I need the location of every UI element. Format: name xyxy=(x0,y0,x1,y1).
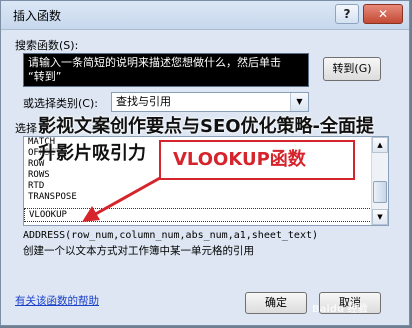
category-select[interactable]: 查找与引用 ▼ xyxy=(111,92,309,112)
function-help-link[interactable]: 有关该函数的帮助 xyxy=(15,293,99,308)
category-label: 或选择类别(C): xyxy=(23,97,98,110)
close-button[interactable]: ✕ xyxy=(363,4,403,24)
ok-button[interactable]: 确定 xyxy=(245,292,307,314)
overlay-heading: 影视文案创作要点与SEO优化策略-全面提升影片吸引力 xyxy=(38,116,375,164)
function-list-label: 选择 xyxy=(15,122,37,135)
search-input[interactable]: 请输入一条简短的说明来描述您想做什么，然后单击 “转到” xyxy=(23,53,309,87)
search-label: 搜索函数(S): xyxy=(15,39,79,52)
function-syntax: ADDRESS(row_num,column_num,abs_num,a1,sh… xyxy=(23,230,319,241)
go-button[interactable]: 转到(G) xyxy=(323,57,381,81)
scroll-down-icon[interactable]: ▼ xyxy=(372,209,388,225)
scroll-thumb[interactable] xyxy=(373,181,387,203)
dialog-title: 插入函数 xyxy=(13,9,62,23)
chevron-down-icon[interactable]: ▼ xyxy=(290,93,308,111)
function-description: 创建一个以文本方式对工作簿中某一单元格的引用 xyxy=(23,245,254,257)
category-selected-value: 查找与引用 xyxy=(116,95,171,108)
watermark: Baidu 经验 xyxy=(312,304,368,315)
title-bar: 插入函数 ? ✕ xyxy=(1,1,409,30)
help-button[interactable]: ? xyxy=(335,4,359,24)
